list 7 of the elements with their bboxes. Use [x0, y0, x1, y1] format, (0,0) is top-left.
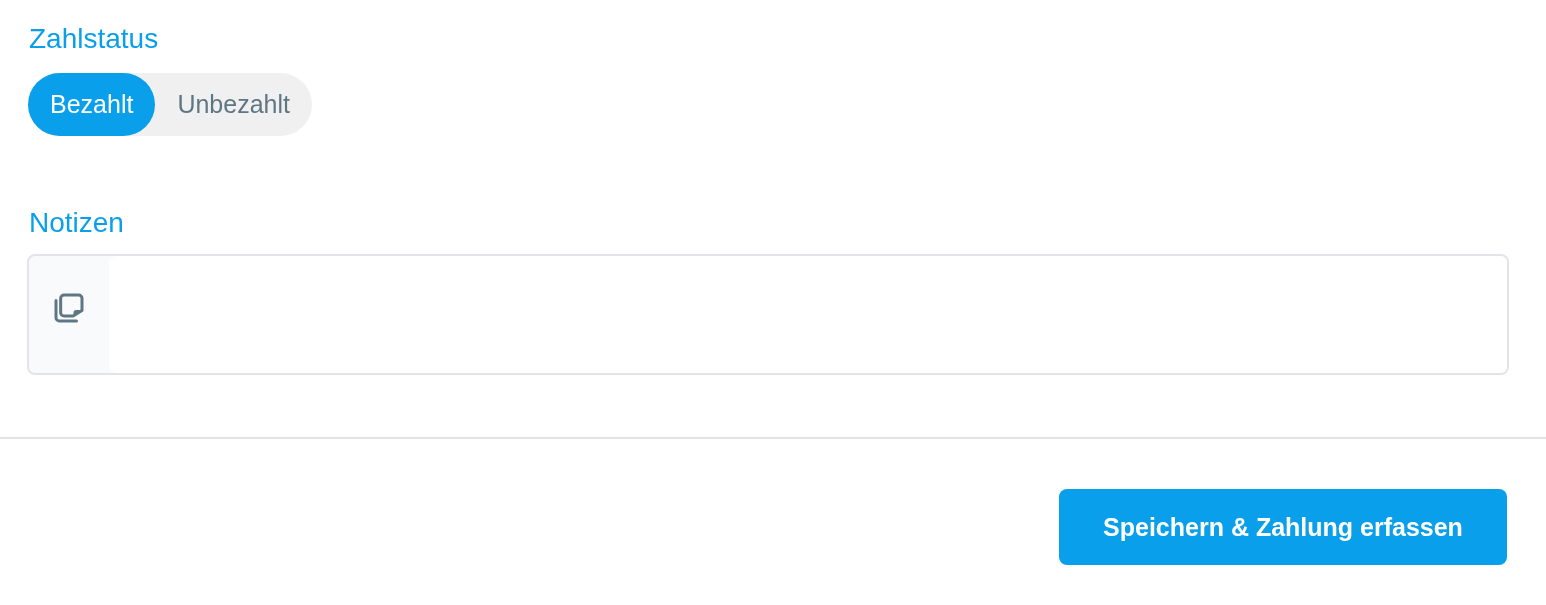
notes-field[interactable]: [27, 254, 1509, 375]
field-label: Notizen: [29, 206, 124, 240]
stacked-notes-icon: [54, 293, 84, 323]
segment-option[interactable]: Bezahlt: [28, 73, 156, 136]
segment-option[interactable]: Unbezahlt: [155, 73, 312, 136]
submit-button[interactable]: Speichern & Zahlung erfassen: [1059, 489, 1507, 565]
field-label: Zahlstatus: [29, 22, 159, 56]
